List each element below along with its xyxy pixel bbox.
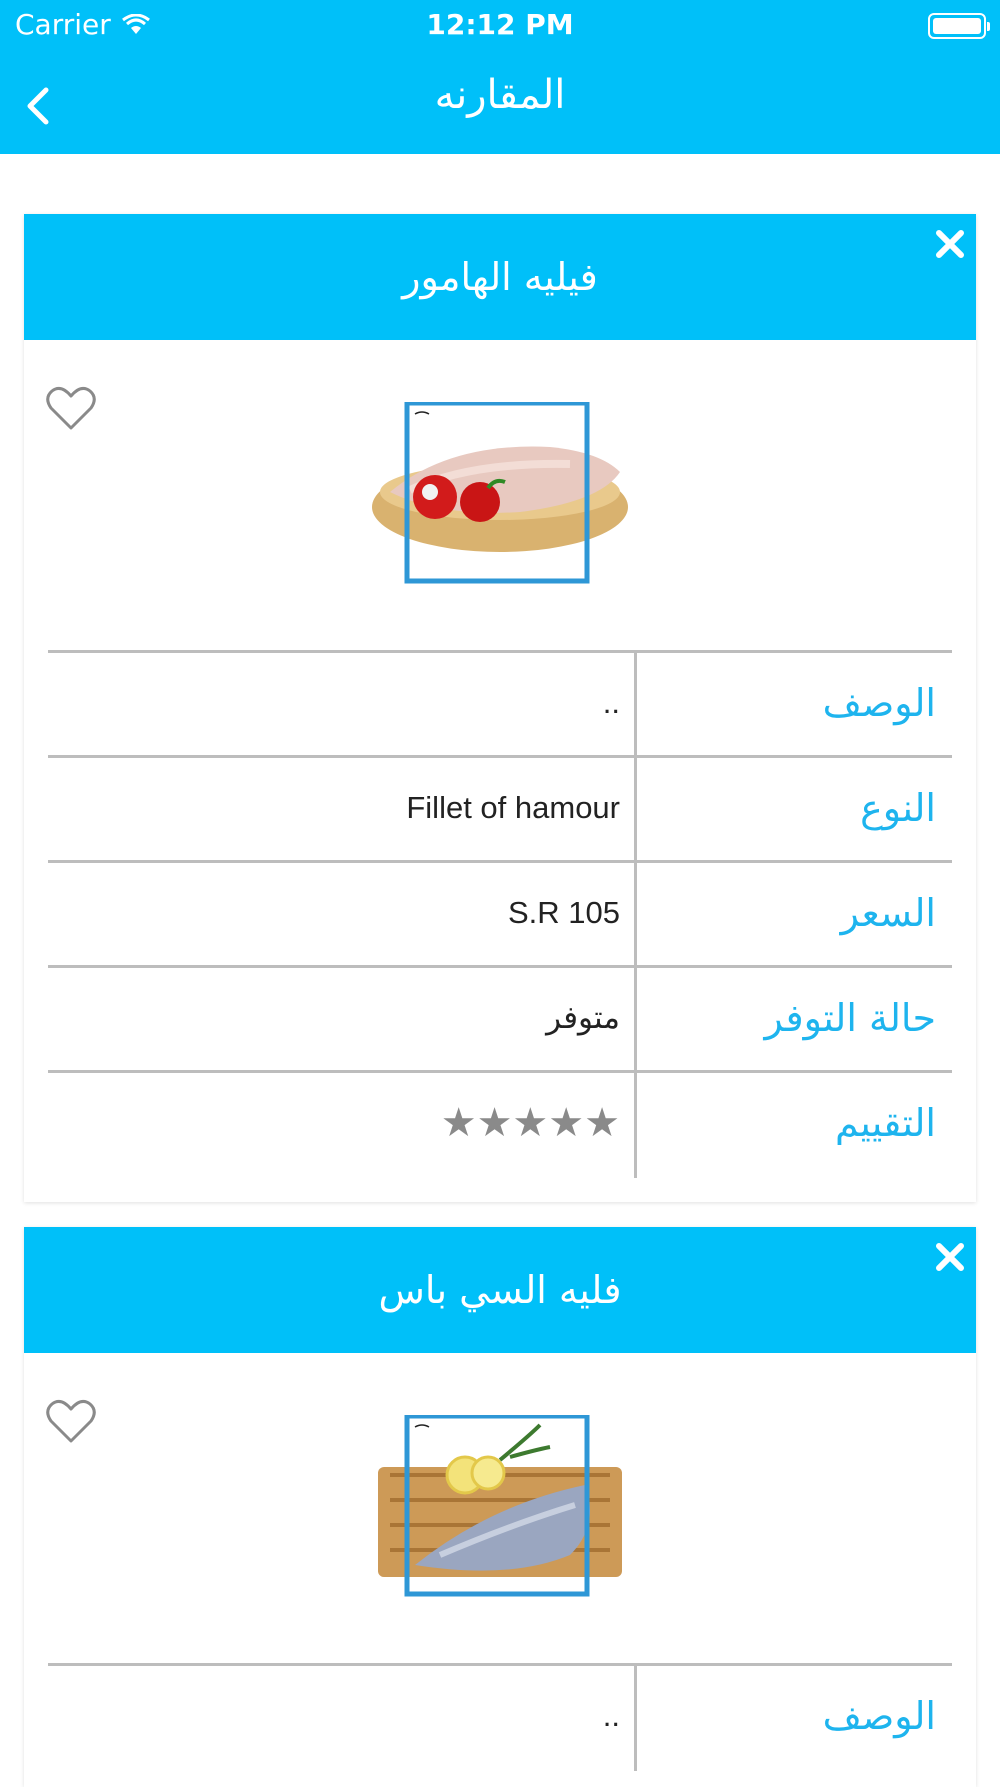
description-label: الوصف — [822, 1694, 936, 1738]
price-value: S.R 105 — [507, 895, 620, 930]
price-label: السعر — [840, 891, 936, 935]
type-value: Fillet of hamour — [406, 790, 620, 825]
table-row: S.R 105 السعر — [48, 863, 952, 968]
spec-table: .. الوصف — [48, 1663, 952, 1771]
page-title: المقارنه — [434, 72, 566, 118]
product-card-header: فليه السي باس — [24, 1227, 976, 1353]
table-row: متوفر حالة التوفر — [48, 968, 952, 1073]
product-name: فليه السي باس — [378, 1268, 622, 1312]
availability-value: متوفر — [546, 1000, 620, 1035]
close-icon[interactable] — [934, 228, 966, 260]
product-name: فيليه الهامور — [402, 255, 598, 299]
description-value: .. — [602, 1698, 620, 1733]
status-bar: Carrier 12:12 PM — [0, 0, 1000, 52]
top-bar: Carrier 12:12 PM المقارنه — [0, 0, 1000, 154]
product-card-header: فيليه الهامور — [24, 214, 976, 340]
clock: 12:12 PM — [426, 8, 574, 41]
product-card: فيليه الهامور .. الوصف Fillet of hamour … — [24, 214, 976, 1202]
product-card: فليه السي باس .. الوصف — [24, 1227, 976, 1787]
type-label: النوع — [860, 786, 936, 830]
table-row: .. الوصف — [48, 1666, 952, 1771]
rating-label: التقييم — [834, 1101, 936, 1145]
close-icon[interactable] — [934, 1241, 966, 1273]
availability-label: حالة التوفر — [764, 996, 936, 1040]
rating-stars: ★★★★★ — [440, 1101, 620, 1145]
seabass-fillet-image — [370, 1413, 630, 1605]
hamour-fillet-image — [370, 400, 630, 592]
table-row: ★★★★★ التقييم — [48, 1073, 952, 1178]
spec-table: .. الوصف Fillet of hamour النوع S.R 105 … — [48, 650, 952, 1178]
table-row: Fillet of hamour النوع — [48, 758, 952, 863]
heart-icon[interactable] — [46, 1399, 96, 1443]
heart-icon[interactable] — [46, 386, 96, 430]
description-value: .. — [602, 685, 620, 720]
description-label: الوصف — [822, 681, 936, 725]
battery-icon — [928, 13, 990, 39]
table-row: .. الوصف — [48, 653, 952, 758]
